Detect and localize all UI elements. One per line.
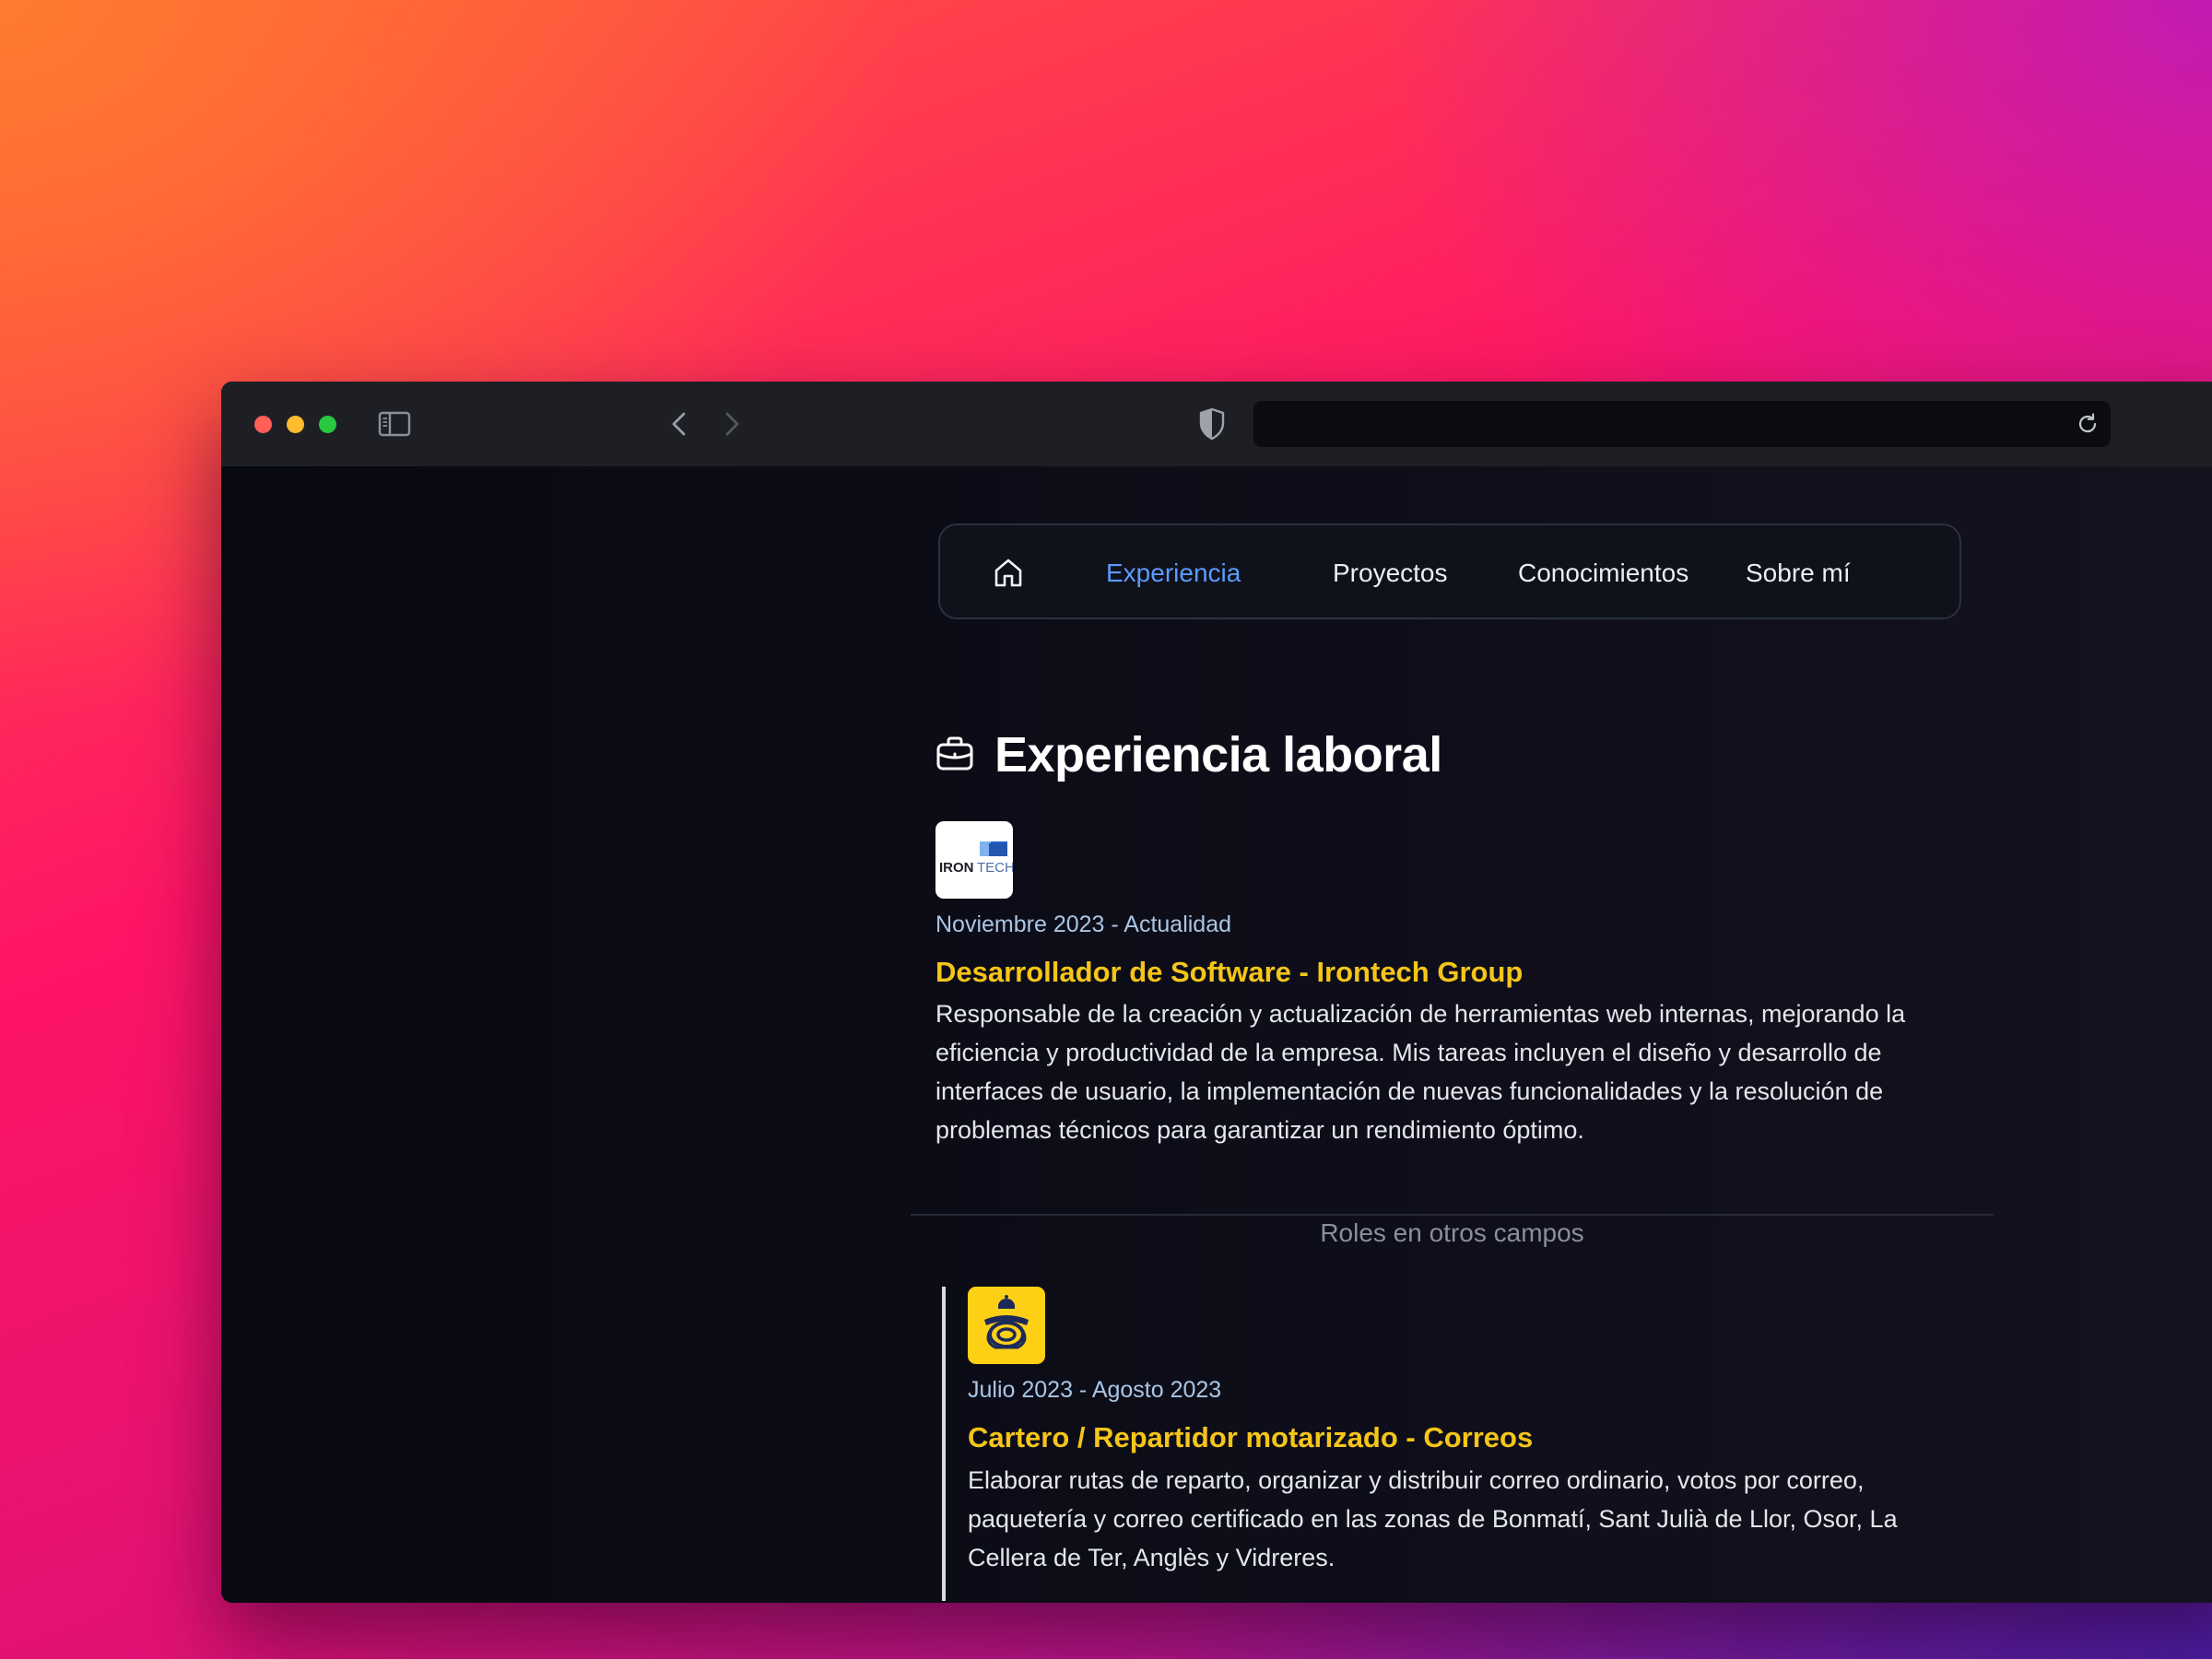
desktop-background: Experiencia Proyectos Conocimientos Sobr… [0,0,2212,1659]
sidebar-toggle-icon[interactable] [378,409,411,439]
address-bar[interactable] [1253,401,2111,447]
experience-dates: Noviembre 2023 - Actualidad [935,912,1232,937]
home-icon[interactable] [992,557,1025,590]
experience-title: Desarrollador de Software - Irontech Gro… [935,956,1524,988]
experience-description: Responsable de la creación y actualizaci… [935,1000,1906,1144]
correos-logo [968,1287,1045,1364]
nav-item-sobre-mi[interactable]: Sobre mí [1746,557,1851,590]
other-roles-heading: Roles en otros campos [1320,1218,1584,1247]
role-title: Cartero / Repartidor motarizado - Correo… [968,1421,1534,1453]
section-divider [911,1214,1994,1216]
nav-item-experiencia[interactable]: Experiencia [1106,557,1241,590]
browser-window: Experiencia Proyectos Conocimientos Sobr… [221,382,2212,1603]
main-navigation: Experiencia Proyectos Conocimientos Sobr… [938,524,1961,619]
minimize-window-button[interactable] [287,416,304,433]
role-description: Elaborar rutas de reparto, organizar y d… [968,1466,1898,1571]
reload-icon[interactable] [2076,412,2100,436]
page-viewport: Experiencia Proyectos Conocimientos Sobr… [221,466,2212,1603]
forward-arrow-icon[interactable] [721,409,743,439]
privacy-shield-icon[interactable] [1198,407,1226,441]
nav-item-proyectos[interactable]: Proyectos [1333,557,1448,590]
close-window-button[interactable] [254,416,272,433]
irontech-logo-image: IRON TECH [939,841,1013,876]
browser-toolbar [221,382,2212,467]
irontech-logo-text-iron: IRON [939,860,974,876]
nav-item-conocimientos[interactable]: Conocimientos [1518,557,1688,590]
briefcase-icon [936,736,973,771]
irontech-logo: IRON TECH [935,821,1013,899]
role-dates: Julio 2023 - Agosto 2023 [968,1377,1222,1403]
correos-horn-icon [984,1295,1029,1349]
page-title: Experiencia laboral [994,727,1442,782]
zoom-window-button[interactable] [319,416,336,433]
back-arrow-icon[interactable] [668,409,690,439]
timeline-line [942,1287,946,1601]
irontech-logo-text-tech: TECH [977,860,1013,876]
